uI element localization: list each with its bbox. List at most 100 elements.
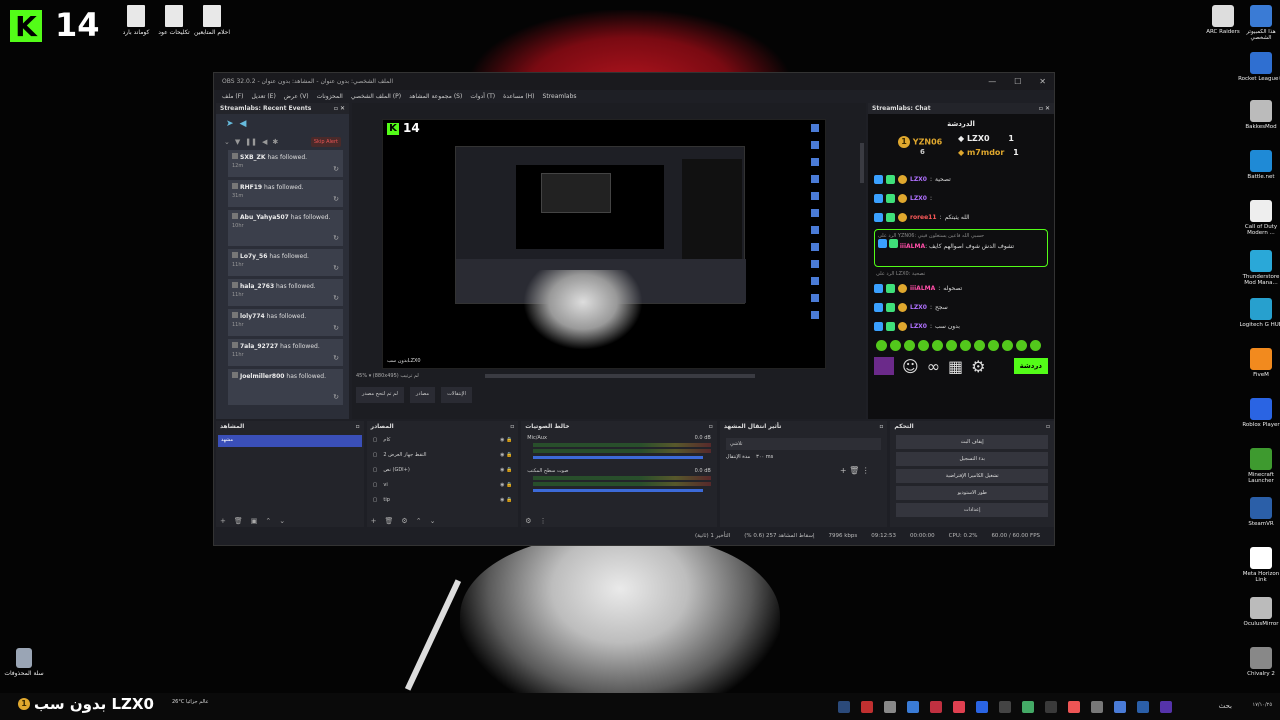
skip-alert-button[interactable]: Skip Alert [310,137,341,147]
chevron-down-icon[interactable]: ⌄ [279,517,285,525]
menu-item[interactable]: الملف الشخصي (P) [351,93,401,100]
menu-item[interactable]: Streamlabs [543,93,577,100]
filter-icon[interactable]: ▣ [251,517,258,525]
weather-widget[interactable]: 26°C عالم جزائيا [172,699,209,705]
taskbar-widget[interactable]: 1 بدون سب LZX0 [18,695,154,713]
control-button[interactable]: بدء التسجيل [896,452,1049,466]
dock-close-icon[interactable]: ▫ ✕ [1039,105,1050,112]
replay-icon[interactable]: ↻ [333,354,339,362]
menu-item[interactable]: تعديل (E) [251,93,275,100]
mode-button[interactable]: الإنتقالات [441,387,472,403]
volume-slider[interactable] [533,456,704,459]
desktop-shortcut[interactable]: Battle.net [1238,150,1280,180]
desktop-shortcut[interactable]: Minecraft Launcher [1238,448,1280,484]
source-item[interactable]: ▢ التقط جهاز العرض 2 ◉ 🔒 [367,447,519,462]
chevron-down-icon[interactable]: ⌄ [224,138,230,146]
taskbar-app-icon[interactable] [953,701,965,713]
menu-item[interactable]: مجموعة المشاهد (S) [409,93,462,100]
replay-icon[interactable]: ↻ [333,195,339,203]
dock-menu-icon[interactable]: ▫ [356,423,360,430]
emote-icon[interactable] [932,340,943,351]
replay-icon[interactable]: ↻ [333,324,339,332]
control-button[interactable]: إيقاف البث [896,435,1049,449]
menu-item[interactable]: ملف (F) [222,93,243,100]
delete-icon[interactable]: 🗑 [385,517,394,525]
chevron-up-icon[interactable]: ⌃ [265,517,271,525]
taskbar-app-icon[interactable] [1022,701,1034,713]
delete-icon[interactable]: 🗑 [849,466,859,475]
lock-icon[interactable]: 🔒 [506,437,512,443]
emote-icon[interactable] [1030,340,1041,351]
infinity-icon[interactable]: ∞ [927,357,940,376]
desktop-shortcut[interactable]: OculusMirror [1238,597,1280,627]
settings-icon[interactable]: ✱ [272,138,278,146]
eye-icon[interactable]: ◉ [500,437,504,443]
duration-input[interactable]: ٣٠٠ ms [756,454,773,460]
source-item[interactable]: ▢ كام ◉ 🔒 [367,432,519,447]
event-item[interactable]: 7ala_92727 has followed. 11hr ↻ [228,339,343,366]
desktop-shortcut[interactable]: Logitech G HUB [1238,298,1280,328]
eye-icon[interactable]: ◉ [500,482,504,488]
dock-menu-icon[interactable]: ▫ [709,423,713,430]
chevron-down-icon[interactable]: ⌄ [430,517,436,525]
event-item[interactable]: hala_2763 has followed. 11hr ↻ [228,279,343,306]
desktop-shortcut[interactable]: ARC Raiders [1200,5,1246,35]
taskbar-app-icon[interactable] [1068,701,1080,713]
replay-icon[interactable]: ↻ [333,393,339,401]
eye-icon[interactable]: ◉ [500,452,504,458]
taskbar-app-icon[interactable] [1045,701,1057,713]
more-icon[interactable]: ⋮ [540,517,547,525]
emote-icon[interactable] [1002,340,1013,351]
delete-icon[interactable]: 🗑 [234,517,243,525]
event-item[interactable]: Joelmiller800 has followed. ↻ [228,369,343,405]
emote-icon[interactable] [946,340,957,351]
dock-menu-icon[interactable]: ▫ [1046,423,1050,430]
dock-menu-icon[interactable]: ▫ [510,423,514,430]
filter-icon[interactable]: ▼ [235,138,240,146]
replay-icon[interactable]: ↻ [333,234,339,242]
desktop-file-3[interactable]: احلام المتابعين [182,5,242,36]
volume-slider[interactable] [533,489,704,492]
minimize-icon[interactable]: — [988,77,996,86]
replay-icon[interactable]: ↻ [333,294,339,302]
event-item[interactable]: Lo7y_56 has followed. 11hr ↻ [228,249,343,276]
zoom-readout[interactable]: 45% ▾ (880x495) لم ترتيب [356,373,419,379]
dock-menu-icon[interactable]: ▫ [879,423,883,430]
event-item[interactable]: loly774 has followed. 11hr ↻ [228,309,343,336]
taskbar-app-icon[interactable] [999,701,1011,713]
lock-icon[interactable]: 🔒 [506,452,512,458]
taskbar-app-icon[interactable] [1091,701,1103,713]
taskbar-app-icon[interactable] [976,701,988,713]
more-icon[interactable]: ⋮ [862,466,870,475]
gear-icon[interactable]: ⚙ [401,517,407,525]
desktop-shortcut[interactable]: Meta Horizon Link [1238,547,1280,583]
menu-item[interactable]: مساعدة (H) [503,93,534,100]
taskbar-app-icon[interactable] [838,701,850,713]
add-icon[interactable]: + [220,517,226,525]
maximize-icon[interactable]: ☐ [1014,77,1021,86]
add-icon[interactable]: + [840,466,847,475]
chevron-up-icon[interactable]: ⌃ [416,517,422,525]
control-button[interactable]: تشغيل الكاميرا الإفتراضية [896,469,1049,483]
emote-icon[interactable] [904,340,915,351]
source-item[interactable]: ▢ نص (GDI+) ◉ 🔒 [367,462,519,477]
lock-icon[interactable]: 🔒 [506,497,512,503]
emote-icon[interactable] [974,340,985,351]
taskbar-app-icon[interactable] [1160,701,1172,713]
menu-item[interactable]: عرض (V) [284,93,309,100]
smiley-icon[interactable]: ☺ [902,357,919,376]
desktop-shortcut[interactable]: Call of Duty Modern ... [1238,200,1280,236]
taskbar-app-icon[interactable] [884,701,896,713]
close-icon[interactable]: ✕ [1039,77,1046,86]
control-button[interactable]: طور الاستوديو [896,486,1049,500]
scene-item[interactable]: مشهد [218,435,362,447]
chat-send-button[interactable]: دردشة [1013,358,1048,374]
source-item[interactable]: ▢ vi ◉ 🔒 [367,477,519,492]
taskbar-app-icon[interactable] [1137,701,1149,713]
gear-icon[interactable]: ⚙ [971,357,985,376]
lock-icon[interactable]: 🔒 [506,467,512,473]
send-icon[interactable]: ➤ [226,119,234,129]
eye-icon[interactable]: ◉ [500,467,504,473]
emote-icon[interactable] [1016,340,1027,351]
mode-button[interactable]: لم تم لتحج مصدر [356,387,404,403]
